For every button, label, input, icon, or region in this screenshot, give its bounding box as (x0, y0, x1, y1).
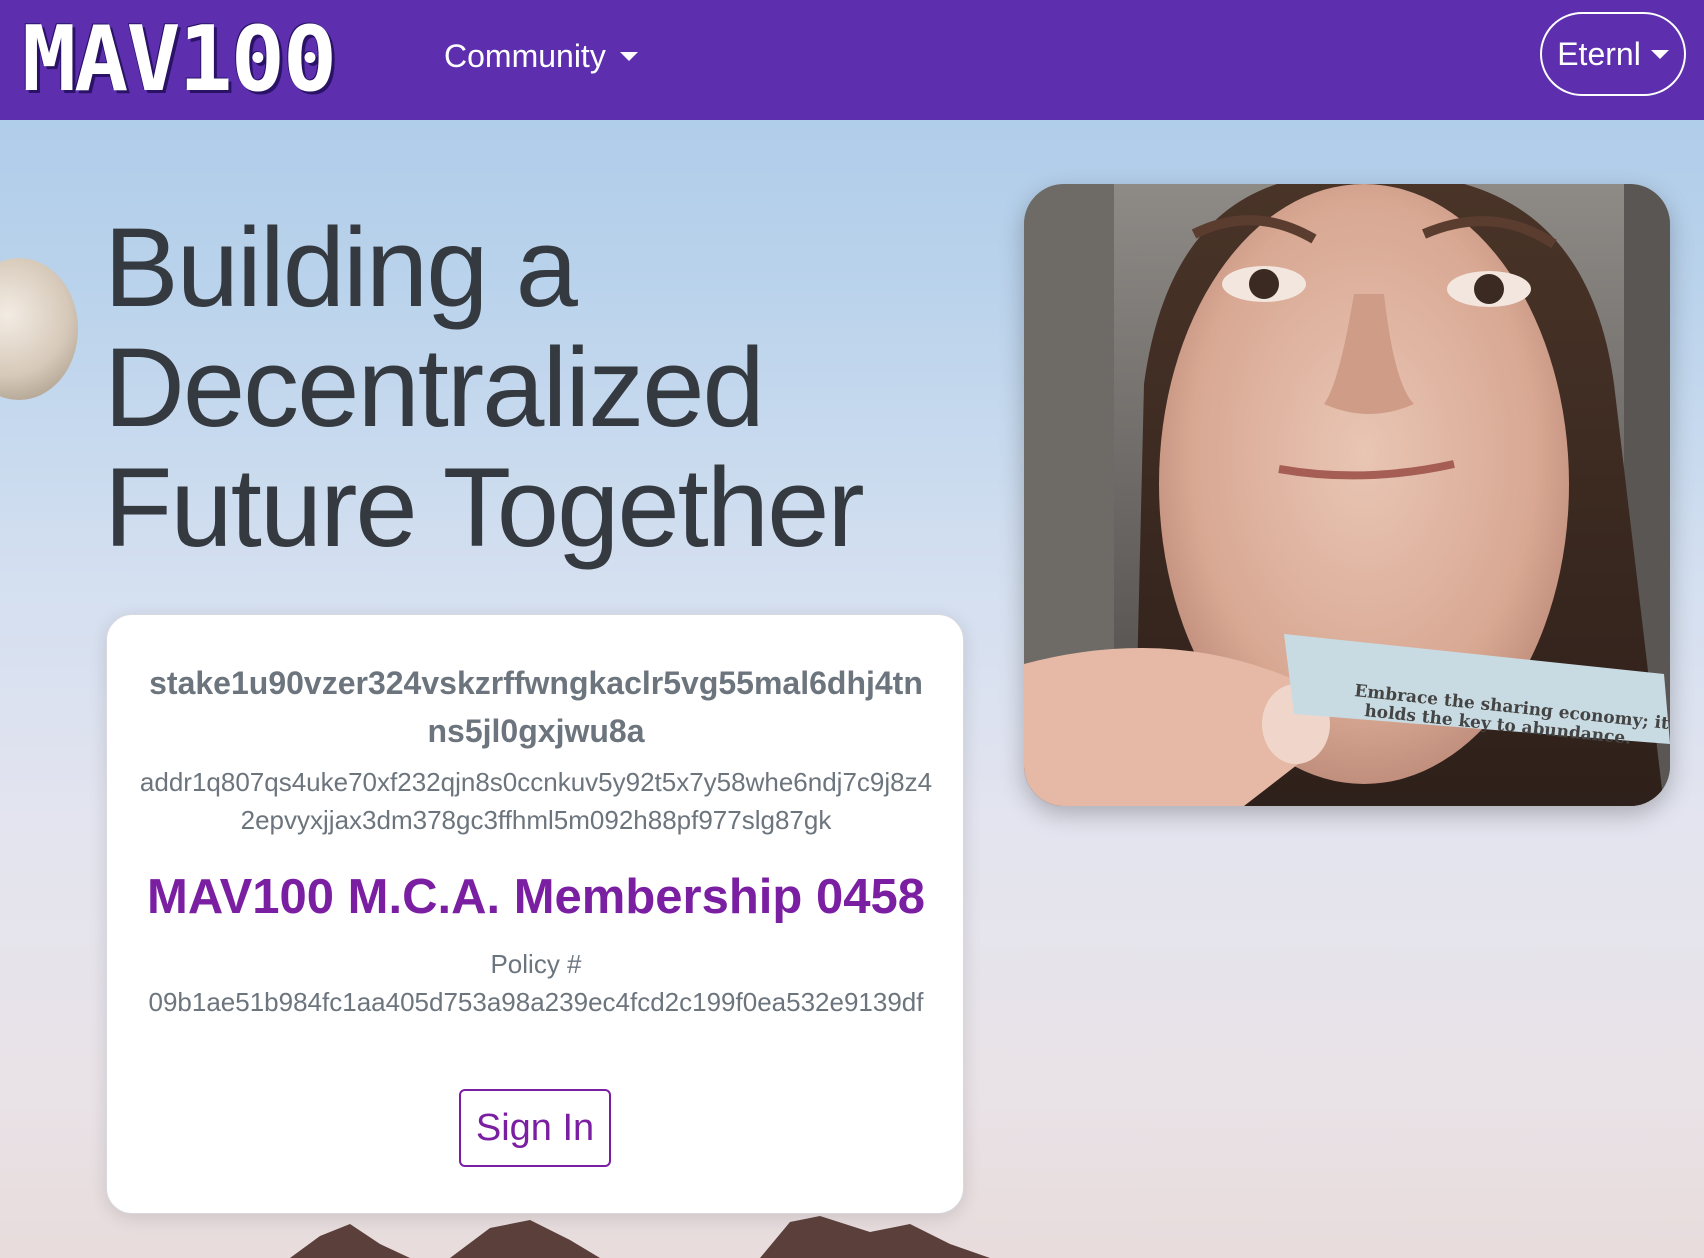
stake-address: stake1u90vzer324vskzrffwngkaclr5vg55mal6… (149, 665, 923, 749)
chevron-down-icon (619, 51, 638, 61)
sign-in-button[interactable]: Sign In (459, 1089, 611, 1167)
wallet-label: Eternl (1557, 35, 1641, 72)
member-photo: Embrace the sharing economy; it holds th… (1024, 184, 1670, 806)
moon-decoration (0, 258, 78, 400)
wallet-dropdown-button[interactable]: Eternl (1540, 12, 1686, 96)
policy-label: Policy # (490, 949, 582, 979)
mav100-logo[interactable]: MAV100 (22, 10, 337, 110)
membership-title: MAV100 M.C.A. Membership 0458 (147, 870, 925, 924)
community-dropdown[interactable]: Community (444, 34, 638, 78)
membership-card: stake1u90vzer324vskzrffwngkaclr5vg55mal6… (106, 614, 964, 1214)
mountains-decoration (290, 1216, 990, 1258)
community-label: Community (444, 38, 606, 74)
hero-title: Building a Decentralized Future Together (104, 205, 865, 570)
chevron-down-icon (1650, 49, 1669, 59)
top-navbar: MAV100 Community Eternl (0, 0, 1704, 120)
policy-id: 09b1ae51b984fc1aa405d753a98a239ec4fcd2c1… (148, 987, 924, 1017)
payment-address: addr1q807qs4uke70xf232qjn8s0ccnkuv5y92t5… (139, 767, 933, 835)
